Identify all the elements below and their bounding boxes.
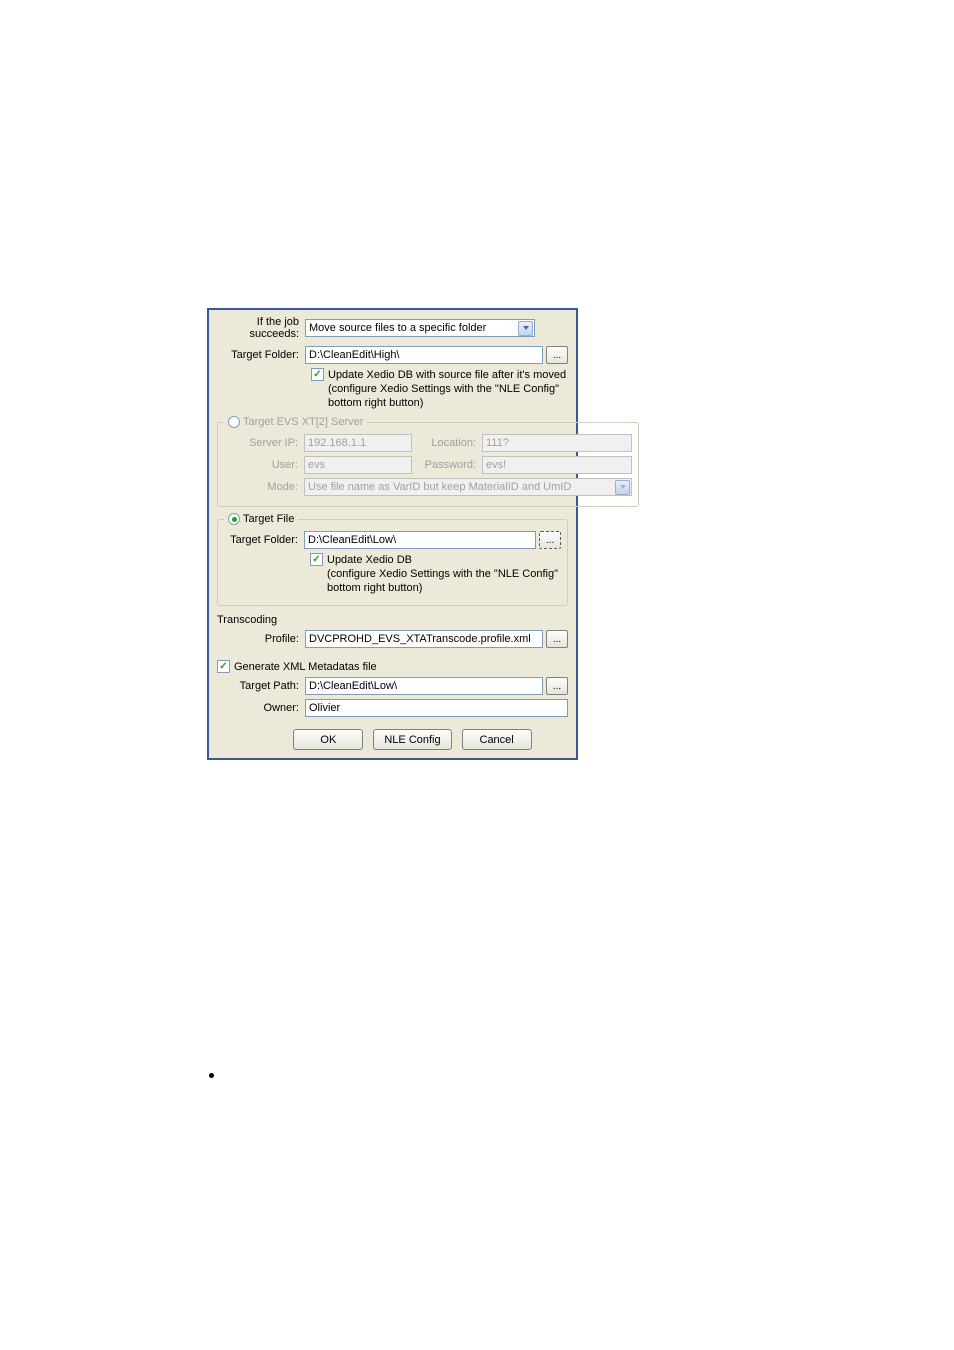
owner-input[interactable] xyxy=(305,699,568,717)
location-input xyxy=(482,434,632,452)
job-succeeds-label: If the job succeeds: xyxy=(217,316,305,340)
xml-metadata-label: Generate XML Metadatas file xyxy=(234,661,377,673)
ok-button[interactable]: OK xyxy=(293,729,363,750)
chevron-down-icon xyxy=(518,321,533,336)
xml-target-path-row: Target Path: ... xyxy=(217,677,568,695)
button-row: OK NLE Config Cancel xyxy=(217,729,568,750)
mode-value: Use file name as VarID but keep Material… xyxy=(308,481,571,493)
mode-select: Use file name as VarID but keep Material… xyxy=(304,478,632,496)
server-ip-label: Server IP: xyxy=(224,437,304,449)
password-label: Password: xyxy=(412,459,482,471)
target-evs-fieldset: Target EVS XT[2] Server Server IP: Locat… xyxy=(217,416,639,507)
browse-button-xml[interactable]: ... xyxy=(546,677,568,695)
xml-metadata-checkbox[interactable] xyxy=(217,660,230,673)
target-folder-high-row: Target Folder: ... xyxy=(217,346,568,364)
job-succeeds-row: If the job succeeds: Move source files t… xyxy=(217,316,568,340)
transcoding-profile-row: Profile: ... xyxy=(217,630,568,648)
evs-server-row: Server IP: Location: xyxy=(224,434,632,452)
cancel-button[interactable]: Cancel xyxy=(462,729,532,750)
dialog-panel: If the job succeeds: Move source files t… xyxy=(207,308,578,760)
bullet-item xyxy=(209,1073,214,1078)
xml-metadata-row: Generate XML Metadatas file xyxy=(217,660,568,673)
nle-config-button[interactable]: NLE Config xyxy=(373,729,451,750)
target-file-folder-label: Target Folder: xyxy=(224,534,304,546)
update-xedio-high-text: Update Xedio DB with source file after i… xyxy=(328,368,568,410)
browse-button-file[interactable]: ... xyxy=(539,531,561,549)
radio-target-evs[interactable] xyxy=(228,416,240,428)
mode-label: Mode: xyxy=(224,481,304,493)
transcoding-title: Transcoding xyxy=(217,614,568,626)
bullet-icon xyxy=(209,1073,214,1078)
target-evs-legend[interactable]: Target EVS XT[2] Server xyxy=(224,416,367,428)
profile-label: Profile: xyxy=(217,633,305,645)
evs-user-row: User: Password: xyxy=(224,456,632,474)
profile-input[interactable] xyxy=(305,630,543,648)
radio-target-file[interactable] xyxy=(228,513,240,525)
target-file-folder-input[interactable] xyxy=(304,531,536,549)
update-xedio-file-text: Update Xedio DB (configure Xedio Setting… xyxy=(327,553,561,595)
server-ip-input xyxy=(304,434,412,452)
owner-label: Owner: xyxy=(217,702,305,714)
job-succeeds-value: Move source files to a specific folder xyxy=(309,322,486,334)
update-xedio-high-row: Update Xedio DB with source file after i… xyxy=(217,368,568,410)
update-xedio-file-checkbox[interactable] xyxy=(310,553,323,566)
target-file-folder-row: Target Folder: ... xyxy=(224,531,561,549)
owner-row: Owner: xyxy=(217,699,568,717)
target-file-fieldset: Target File Target Folder: ... Update Xe… xyxy=(217,513,568,606)
password-input xyxy=(482,456,632,474)
target-path-input[interactable] xyxy=(305,677,543,695)
user-input xyxy=(304,456,412,474)
user-label: User: xyxy=(224,459,304,471)
update-xedio-high-checkbox[interactable] xyxy=(311,368,324,381)
target-path-label: Target Path: xyxy=(217,680,305,692)
chevron-down-icon xyxy=(615,480,630,495)
browse-button-high[interactable]: ... xyxy=(546,346,568,364)
target-folder-high-label: Target Folder: xyxy=(217,349,305,361)
evs-mode-row: Mode: Use file name as VarID but keep Ma… xyxy=(224,478,632,496)
target-folder-high-input[interactable] xyxy=(305,346,543,364)
update-xedio-file-row: Update Xedio DB (configure Xedio Setting… xyxy=(224,553,561,595)
browse-button-profile[interactable]: ... xyxy=(546,630,568,648)
job-succeeds-select[interactable]: Move source files to a specific folder xyxy=(305,319,535,337)
location-label: Location: xyxy=(412,437,482,449)
target-file-legend[interactable]: Target File xyxy=(224,513,298,525)
